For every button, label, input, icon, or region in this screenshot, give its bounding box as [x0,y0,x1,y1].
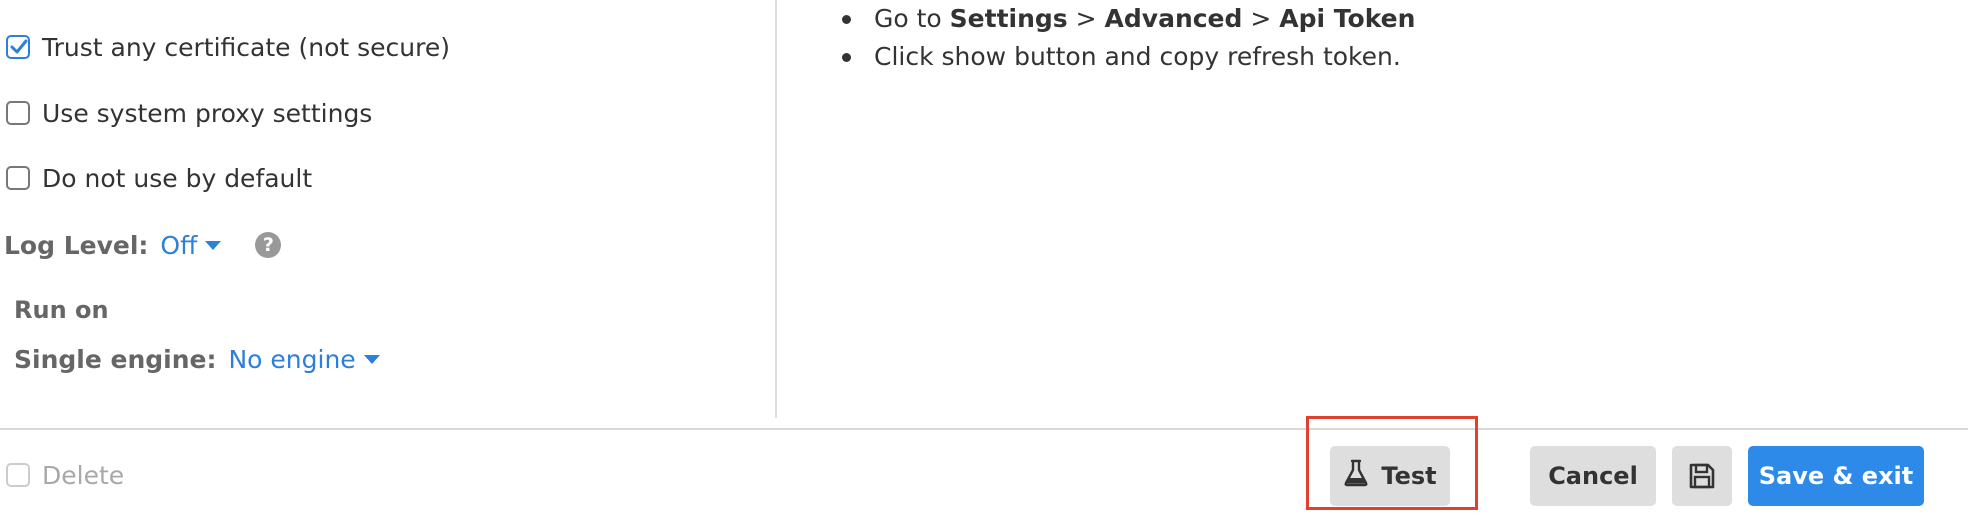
instructions-list: Go to Settings > Advanced > Api Token Cl… [841,0,1416,76]
system-proxy-label: Use system proxy settings [42,98,373,128]
single-engine-dropdown[interactable]: No engine [228,344,380,374]
log-level-dropdown[interactable]: Off [160,230,222,260]
delete-label: Delete [42,460,125,490]
checkmark-icon [10,39,28,54]
instruction-step-2: Click show button and copy refresh token… [841,38,1415,76]
step1-sep1: > [1067,4,1105,33]
floppy-disk-icon [1689,463,1715,489]
not-default-option[interactable]: Do not use by default [6,161,312,195]
step1-settings: Settings [949,4,1068,33]
cancel-button[interactable]: Cancel [1530,446,1656,506]
cancel-button-label: Cancel [1548,462,1638,490]
log-level-value: Off [160,230,198,260]
log-level-label: Log Level: [4,230,149,260]
delete-checkbox[interactable] [6,463,30,487]
trust-certificate-label: Trust any certificate (not secure) [42,32,450,62]
step1-api-token: Api Token [1279,4,1416,33]
single-engine-row: Single engine: No engine [14,340,380,378]
run-on-heading: Run on [14,296,109,324]
step1-prefix: Go to [874,4,950,33]
system-proxy-checkbox[interactable] [6,101,30,125]
save-and-exit-button[interactable]: Save & exit [1748,446,1924,506]
trust-certificate-option[interactable]: Trust any certificate (not secure) [6,30,450,64]
question-circle-icon[interactable]: ? [255,232,282,258]
caret-down-icon [205,240,222,250]
log-level-row: Log Level: Off ? [4,226,282,264]
step1-advanced: Advanced [1104,4,1243,33]
settings-panel: Trust any certificate (not secure) Use s… [0,0,776,418]
save-and-exit-label: Save & exit [1758,462,1914,490]
caret-down-icon [363,354,380,364]
not-default-label: Do not use by default [42,163,313,193]
single-engine-label: Single engine: [14,344,217,374]
delete-option[interactable]: Delete [6,458,124,492]
footer-divider [0,428,1968,430]
trust-certificate-checkbox[interactable] [6,35,30,59]
step1-sep2: > [1242,4,1280,33]
flask-icon [1343,459,1369,493]
instruction-step-1: Go to Settings > Advanced > Api Token [841,0,1416,38]
single-engine-value: No engine [228,344,356,374]
test-button[interactable]: Test [1330,446,1450,506]
test-button-label: Test [1381,462,1437,490]
save-button[interactable] [1672,446,1732,506]
system-proxy-option[interactable]: Use system proxy settings [6,96,372,130]
not-default-checkbox[interactable] [6,166,30,190]
instructions-panel: Go to Settings > Advanced > Api Token Cl… [776,0,1968,418]
